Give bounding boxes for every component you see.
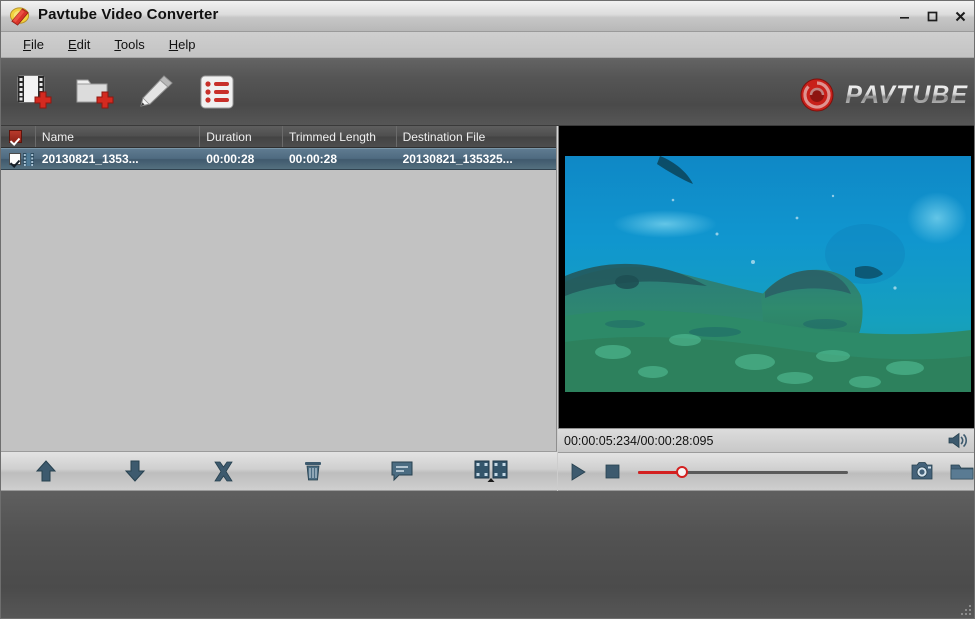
pencil-icon — [134, 71, 178, 113]
maximize-button[interactable] — [923, 7, 942, 25]
stop-icon — [605, 464, 620, 479]
close-button[interactable] — [951, 7, 970, 25]
video-still-image — [565, 156, 971, 392]
seek-handle[interactable] — [676, 466, 688, 478]
video-file-icon — [23, 152, 34, 167]
arrow-down-icon — [124, 459, 146, 483]
cell-name: 20130821_1353... — [36, 149, 200, 169]
delete-all-button[interactable] — [268, 452, 357, 490]
remove-button[interactable] — [179, 452, 268, 490]
snapshot-folder-button[interactable] — [948, 454, 975, 490]
add-video-button[interactable] — [10, 68, 58, 116]
resize-grip[interactable] — [960, 604, 973, 617]
stop-button[interactable] — [598, 454, 626, 490]
select-all-checkbox[interactable] — [9, 130, 22, 143]
minimize-icon — [898, 10, 911, 23]
move-down-button[interactable] — [90, 452, 179, 490]
folder-plus-icon — [73, 71, 117, 113]
format-list-button[interactable] — [193, 68, 241, 116]
row-checkbox[interactable] — [9, 153, 21, 165]
pavtube-mark-icon — [798, 76, 836, 114]
title-bar: Pavtube Video Converter — [1, 1, 975, 32]
file-list-toolbar — [1, 451, 557, 491]
bottom-panel: Format: HD MP4 MPEG-4 HD Video(*.mp4) Se… — [1, 491, 975, 619]
close-icon — [954, 10, 967, 23]
menu-bar: File Edit Tools Help — [1, 32, 975, 58]
window-controls — [895, 7, 970, 25]
split-video-icon — [474, 458, 508, 484]
column-header-name[interactable]: Name — [36, 126, 200, 147]
subtitle-button[interactable] — [357, 452, 446, 490]
maximize-icon — [926, 10, 939, 23]
table-row[interactable]: 20130821_1353... 00:00:28 00:00:28 20130… — [1, 148, 556, 170]
cell-trimmed-length: 00:00:28 — [283, 149, 397, 169]
edit-button[interactable] — [132, 68, 180, 116]
arrow-up-icon — [35, 459, 57, 483]
list-icon — [196, 71, 238, 113]
speaker-icon[interactable] — [948, 432, 968, 449]
window-title: Pavtube Video Converter — [38, 6, 218, 23]
select-all-header[interactable] — [1, 126, 36, 147]
split-button[interactable] — [446, 452, 535, 490]
folder-icon — [950, 462, 974, 481]
speech-bubble-icon — [390, 460, 414, 482]
player-controls — [558, 453, 975, 491]
video-frame — [565, 156, 971, 392]
file-list-header: Name Duration Trimmed Length Destination… — [1, 126, 556, 148]
snapshot-button[interactable] — [908, 454, 936, 490]
cell-destination-file: 20130821_135325... — [397, 149, 556, 169]
play-icon — [570, 463, 587, 481]
close-x-icon — [212, 460, 235, 483]
row-select-cell[interactable] — [1, 149, 36, 169]
film-strip-plus-icon — [13, 71, 55, 113]
move-up-button[interactable] — [1, 452, 90, 490]
main-toolbar: PAVTUBE — [1, 58, 975, 126]
video-preview[interactable] — [558, 126, 975, 428]
file-list-body: 20130821_1353... 00:00:28 00:00:28 20130… — [1, 148, 556, 429]
application-window: Pavtube Video Converter File Edit Tools — [0, 0, 975, 619]
brand-text: PAVTUBE — [845, 81, 968, 110]
add-folder-button[interactable] — [71, 68, 119, 116]
column-header-destination-file[interactable]: Destination File — [397, 126, 556, 147]
preview-time-bar: 00:00:05:234/00:00:28:095 — [558, 428, 975, 453]
menu-file[interactable]: File — [11, 35, 56, 54]
play-button[interactable] — [564, 454, 592, 490]
column-header-trimmed-length[interactable]: Trimmed Length — [283, 126, 397, 147]
column-header-duration[interactable]: Duration — [200, 126, 283, 147]
time-display: 00:00:05:234/00:00:28:095 — [564, 434, 713, 448]
camera-icon — [910, 462, 934, 481]
cell-duration: 00:00:28 — [200, 149, 283, 169]
minimize-button[interactable] — [895, 7, 914, 25]
menu-tools[interactable]: Tools — [102, 35, 156, 54]
file-list-panel: Name Duration Trimmed Length Destination… — [1, 126, 557, 451]
menu-edit[interactable]: Edit — [56, 35, 102, 54]
brand-logo: PAVTUBE — [798, 76, 968, 114]
trash-icon — [303, 459, 323, 483]
seek-slider[interactable] — [638, 465, 802, 479]
menu-help[interactable]: Help — [157, 35, 208, 54]
app-logo-icon — [9, 5, 32, 28]
